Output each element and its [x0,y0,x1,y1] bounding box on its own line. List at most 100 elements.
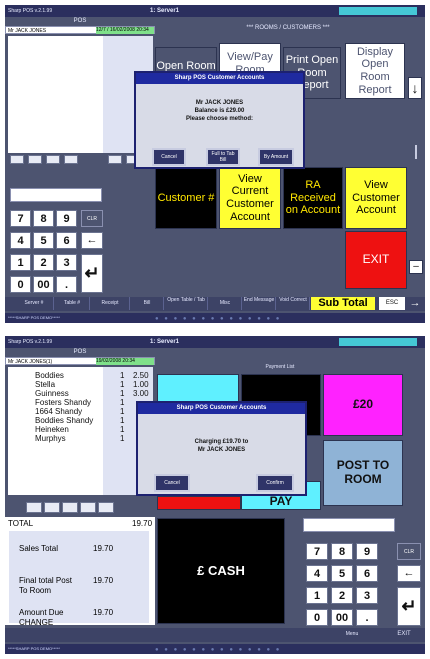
list-item[interactable]: Stella 1 1.00 [35,380,155,389]
rooms-header: *** ROOMS / CUSTOMERS *** [246,25,330,31]
payment-list-label: Payment List [265,364,295,370]
dialog-customer-name-2: Mr JACK JONES [197,447,246,453]
cancel-button[interactable]: Cancel [152,148,186,166]
total-label: TOTAL [8,519,34,528]
exit-button-2[interactable]: EXIT [389,628,419,641]
key-1[interactable]: 1 [306,587,328,604]
dialog-charging-text: Charging £19.70 to [194,439,249,445]
server-title: 1: Server1 [150,8,180,14]
cash-button[interactable]: £ CASH [157,518,285,624]
key-7[interactable]: 7 [306,543,328,560]
void-line-icon[interactable] [108,155,122,164]
scroll-down-icon[interactable] [46,155,60,164]
key-8[interactable]: 8 [331,543,353,560]
view-customer-account-button[interactable]: View Customer Account [345,167,407,229]
key-dot[interactable]: . [56,276,77,293]
twenty-pound-button[interactable]: £20 [323,374,403,436]
customer-row-2[interactable]: Mr JACK JONES(1) 19/02/2008 20:34 [5,357,155,365]
backspace-icon[interactable]: ← [81,232,103,249]
key-3[interactable]: 3 [356,587,378,604]
key-5[interactable]: 5 [331,565,353,582]
key-2[interactable]: 2 [331,587,353,604]
status-indicator-2 [339,338,417,346]
scroll-up-icon[interactable] [44,502,60,513]
amount-due-value: 19.70 [93,608,114,617]
full-to-tab-bill-button[interactable]: Full to Tab Bill [206,148,240,166]
bottom-screen: Sharp POS v.2.1.99 1: Server1 POS Mr JAC… [5,336,425,654]
key-3[interactable]: 3 [56,254,77,271]
key-5[interactable]: 5 [33,232,54,249]
status-dots: ● ● ● ● ● ● ● ● ● ● ● ● ● ● [155,316,282,322]
dialog-title-2: Sharp POS Customer Accounts [138,403,305,414]
key-4[interactable]: 4 [10,232,31,249]
post-to-room-button[interactable]: POST TO ROOM [323,440,403,506]
bill-button[interactable]: Bill [131,297,164,310]
list-nav-2 [8,502,153,514]
scroll-bottom-icon[interactable] [80,502,96,513]
backspace-icon[interactable]: ← [397,565,421,582]
list-item[interactable]: Boddies 1 2.50 [35,371,155,380]
key-clr[interactable]: CLR [397,543,421,560]
key-0[interactable]: 0 [306,609,328,626]
key-8[interactable]: 8 [33,210,54,227]
void-line-icon[interactable] [98,502,114,513]
entry-field[interactable] [10,188,102,202]
total-value: 19.70 [132,519,153,528]
key-6[interactable]: 6 [56,232,77,249]
scroll-top-icon[interactable] [26,502,42,513]
enter-key-icon[interactable]: ↵ [81,254,103,293]
entry-field-2[interactable] [303,518,395,532]
menu-button[interactable]: Menu [335,628,369,641]
key-6[interactable]: 6 [356,565,378,582]
customer-number-button[interactable]: Customer # [155,167,217,229]
server-title-2: 1: Server1 [150,339,180,345]
subtotal-button[interactable]: Sub Total [311,297,375,310]
key-4[interactable]: 4 [306,565,328,582]
status-bar: *****SHARP POS DEMO***** ● ● ● ● ● ● ● ●… [5,313,425,323]
void-correct-button[interactable]: Void Correct [277,297,310,310]
end-message-button[interactable]: End Message [243,297,276,310]
scroll-top-icon[interactable] [10,155,24,164]
key-clr[interactable]: CLR [81,210,103,227]
scroll-up-icon[interactable] [28,155,42,164]
next-arrow-icon[interactable]: → [407,297,423,310]
key-7[interactable]: 7 [10,210,31,227]
enter-key-icon[interactable]: ↵ [397,587,421,626]
receipt-button[interactable]: Receipt [91,297,130,310]
payment-tile-red[interactable] [157,496,241,510]
minus-icon[interactable]: – [409,260,423,274]
ra-received-on-account-button[interactable]: RA Received on Account [283,167,343,229]
function-bar: Server # Table # Receipt Bill Open Table… [5,297,425,311]
esc-button[interactable]: ESC [379,297,405,310]
key-00[interactable]: 00 [33,276,54,293]
room-bar: 12/7 / 16/02/2008 20:34 [96,27,154,34]
amount-due-label: Amount Due CHANGE [19,608,64,627]
key-00[interactable]: 00 [331,609,353,626]
scroll-down-arrow-icon[interactable]: ↓ [408,77,422,99]
by-amount-button[interactable]: By Amount [258,148,294,166]
view-current-customer-account-button[interactable]: View Current Customer Account [219,167,281,229]
server-button[interactable]: Server # [15,297,54,310]
scroll-down-icon[interactable] [62,502,78,513]
confirm-button[interactable]: Confirm [256,474,294,492]
status-dots-2: ● ● ● ● ● ● ● ● ● ● ● ● ● ● [155,647,282,653]
key-1[interactable]: 1 [10,254,31,271]
scroll-bottom-icon[interactable] [64,155,78,164]
cancel-button-2[interactable]: Cancel [154,474,190,492]
table-button[interactable]: Table # [55,297,90,310]
dialog-customer-name: Mr JACK JONES [195,100,244,106]
misc-button[interactable]: Misc [209,297,242,310]
customer-row[interactable]: Mr JACK JONES 12/7 / 16/02/2008 20:34 [5,26,155,34]
key-2[interactable]: 2 [33,254,54,271]
top-screen: Sharp POS v.2.1.99 1: Server1 POS Mr JAC… [5,5,425,323]
key-dot[interactable]: . [356,609,378,626]
key-0[interactable]: 0 [10,276,31,293]
key-9[interactable]: 9 [356,543,378,560]
final-total-label: Final total Post To Room [19,576,72,595]
list-item[interactable]: Guinness 1 3.00 [35,389,155,398]
exit-button[interactable]: EXIT [345,231,407,289]
open-table-tab-button[interactable]: Open Table / Tab [165,297,208,310]
key-9[interactable]: 9 [56,210,77,227]
display-open-room-report-button[interactable]: Display Open Room Report [345,43,405,99]
item-list[interactable] [8,36,153,153]
